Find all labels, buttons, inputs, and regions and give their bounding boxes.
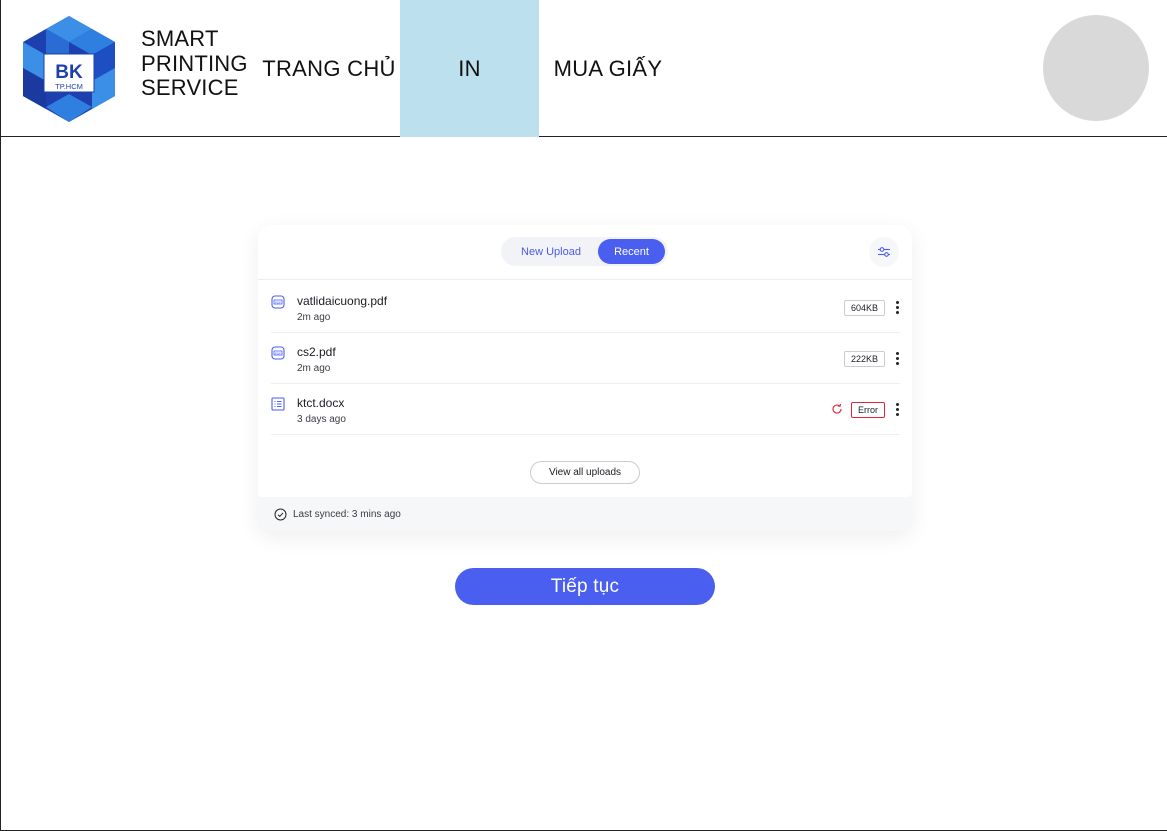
error-badge: Error	[851, 402, 885, 418]
file-time: 3 days ago	[297, 414, 346, 425]
logo-text: BK	[55, 62, 83, 83]
check-circle-icon	[274, 508, 287, 521]
file-name: ktct.docx	[297, 396, 345, 410]
pdf-file-icon: PDF	[271, 295, 285, 309]
brand-line-3: SERVICE	[141, 75, 239, 100]
file-name: cs2.pdf	[297, 345, 336, 359]
file-time: 2m ago	[297, 312, 331, 323]
tab-recent[interactable]: Recent	[598, 239, 665, 264]
filter-button[interactable]	[869, 237, 899, 267]
brand-title: SMART PRINTING SERVICE	[141, 26, 248, 101]
nav-buy-paper[interactable]: MUA GIẤY	[539, 0, 677, 137]
file-row[interactable]: PDF vatlidaicuong.pdf 2m ago 604KB	[271, 282, 900, 333]
file-name: vatlidaicuong.pdf	[297, 294, 388, 308]
file-size-badge: 604KB	[843, 300, 885, 316]
nav-print[interactable]: IN	[400, 0, 539, 137]
more-options-icon[interactable]	[894, 403, 900, 417]
tab-new-upload[interactable]: New Upload	[505, 239, 597, 264]
sync-status: Last synced: 3 mins ago	[274, 508, 401, 521]
more-options-icon[interactable]	[894, 352, 900, 366]
svg-text:PDF: PDF	[275, 351, 281, 355]
file-time: 2m ago	[297, 363, 331, 374]
view-all-uploads-button[interactable]: View all uploads	[530, 461, 640, 484]
svg-text:PDF: PDF	[275, 300, 281, 304]
brand-line-2: PRINTING	[141, 50, 248, 76]
nav-home[interactable]: TRANG CHỦ	[258, 0, 400, 137]
file-row[interactable]: PDF cs2.pdf 2m ago 222KB	[271, 333, 900, 384]
upload-panel: New Upload Recent PDF vatlidaicuong.pdf …	[258, 225, 912, 531]
file-row[interactable]: ktct.docx 3 days ago Error	[271, 384, 900, 435]
upload-card: New Upload Recent PDF vatlidaicuong.pdf …	[258, 225, 912, 497]
file-size-badge: 222KB	[843, 351, 885, 367]
continue-button[interactable]: Tiếp tục	[455, 568, 715, 605]
brand-line-1: SMART	[141, 26, 219, 51]
top-header: BK TP.HCM SMART PRINTING SERVICE TRANG C…	[0, 0, 1167, 137]
doc-file-icon	[271, 397, 285, 411]
sliders-icon	[878, 247, 890, 257]
more-options-icon[interactable]	[894, 301, 900, 315]
user-avatar[interactable]	[1043, 15, 1149, 121]
header-divider	[258, 279, 912, 280]
retry-icon[interactable]	[831, 403, 843, 415]
upload-tabs: New Upload Recent	[501, 237, 668, 266]
bk-logo: BK TP.HCM	[23, 16, 115, 122]
last-synced-text: Last synced: 3 mins ago	[293, 509, 401, 520]
logo-subtext: TP.HCM	[55, 82, 83, 91]
pdf-file-icon: PDF	[271, 346, 285, 360]
